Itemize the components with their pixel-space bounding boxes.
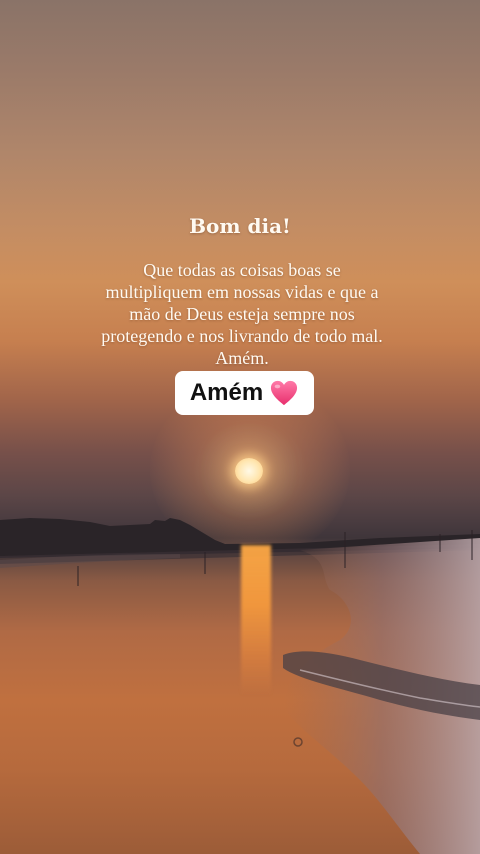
blessing-message: Que todas as coisas boas se multipliquem… [101, 260, 383, 368]
sticker-label: Amém [189, 379, 264, 406]
beach-surf [0, 530, 480, 854]
amem-sticker: Amém [175, 371, 314, 415]
pink-heart-icon [271, 380, 298, 406]
sunset-background: Bom dia! Que todas as coisas boas se mul… [0, 0, 480, 854]
greeting-title: Bom dia! [189, 214, 291, 238]
sun [235, 458, 263, 484]
